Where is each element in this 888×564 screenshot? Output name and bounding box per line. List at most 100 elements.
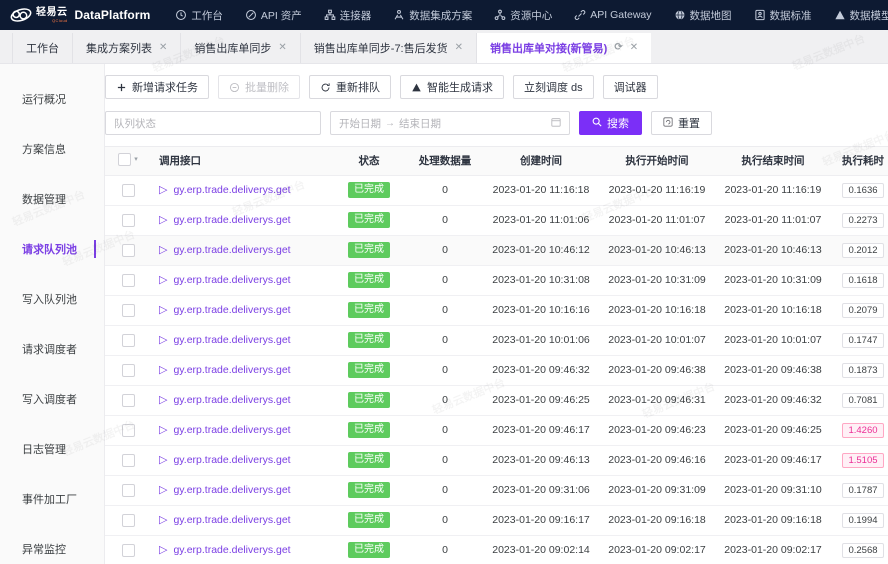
api-link[interactable]: gy.erp.trade.deliverys.get: [173, 304, 290, 316]
sidebar-item-6[interactable]: 请求调度者: [0, 332, 104, 365]
sidebar-item-3[interactable]: 数据管理: [0, 182, 104, 215]
row-checkbox[interactable]: [122, 484, 135, 497]
nav-item-1[interactable]: 工作台: [164, 0, 234, 30]
table-row[interactable]: ▷gy.erp.trade.deliverys.get已完成02023-01-2…: [105, 205, 888, 235]
row-select-cell[interactable]: [105, 475, 151, 505]
row-select-cell[interactable]: [105, 205, 151, 235]
chevron-down-icon[interactable]: ▾: [134, 155, 138, 163]
toolbar-button-3[interactable]: 重新排队: [309, 75, 391, 99]
tab-close-icon[interactable]: ✕: [278, 43, 286, 53]
play-icon[interactable]: ▷: [159, 215, 167, 226]
brand[interactable]: 轻易云 QCloud DataPlatform: [10, 7, 150, 23]
date-range-input[interactable]: 开始日期 → 结束日期: [330, 111, 570, 135]
tab-1[interactable]: 工作台: [12, 33, 73, 63]
row-select-cell[interactable]: [105, 175, 151, 205]
tab-close-icon[interactable]: ✕: [630, 43, 638, 53]
api-link[interactable]: gy.erp.trade.deliverys.get: [173, 484, 290, 496]
api-link[interactable]: gy.erp.trade.deliverys.get: [173, 184, 290, 196]
table-row[interactable]: ▷gy.erp.trade.deliverys.get已完成02023-01-2…: [105, 235, 888, 265]
toolbar-button-1[interactable]: 新增请求任务: [105, 75, 209, 99]
toolbar-button-6[interactable]: 调试器: [603, 75, 658, 99]
row-select-cell[interactable]: [105, 445, 151, 475]
row-select-cell[interactable]: [105, 385, 151, 415]
api-link[interactable]: gy.erp.trade.deliverys.get: [173, 514, 290, 526]
api-link[interactable]: gy.erp.trade.deliverys.get: [173, 364, 290, 376]
sidebar-item-5[interactable]: 写入队列池: [0, 282, 104, 315]
row-checkbox[interactable]: [122, 544, 135, 557]
nav-item-3[interactable]: 连接器: [313, 0, 383, 30]
play-icon[interactable]: ▷: [159, 395, 167, 406]
play-icon[interactable]: ▷: [159, 275, 167, 286]
row-checkbox[interactable]: [122, 514, 135, 527]
tab-reload-icon[interactable]: ⟳: [614, 43, 622, 53]
sidebar-item-2[interactable]: 方案信息: [0, 132, 104, 165]
toolbar-button-5[interactable]: 立刻调度 ds: [513, 75, 594, 99]
nav-item-7[interactable]: 数据地图: [663, 0, 743, 30]
nav-item-2[interactable]: API 资产: [234, 0, 313, 30]
toolbar-button-4[interactable]: 智能生成请求: [400, 75, 504, 99]
play-icon[interactable]: ▷: [159, 335, 167, 346]
row-select-cell[interactable]: [105, 295, 151, 325]
row-select-cell[interactable]: [105, 535, 151, 564]
play-icon[interactable]: ▷: [159, 485, 167, 496]
row-select-cell[interactable]: [105, 415, 151, 445]
sidebar-item-8[interactable]: 日志管理: [0, 432, 104, 465]
table-row[interactable]: ▷gy.erp.trade.deliverys.get已完成02023-01-2…: [105, 505, 888, 535]
row-select-cell[interactable]: [105, 355, 151, 385]
table-row[interactable]: ▷gy.erp.trade.deliverys.get已完成02023-01-2…: [105, 295, 888, 325]
play-icon[interactable]: ▷: [159, 365, 167, 376]
table-row[interactable]: ▷gy.erp.trade.deliverys.get已完成02023-01-2…: [105, 475, 888, 505]
reset-button[interactable]: 重置: [651, 111, 712, 135]
play-icon[interactable]: ▷: [159, 185, 167, 196]
row-checkbox[interactable]: [122, 244, 135, 257]
queue-table-container[interactable]: ▾调用接口状态处理数据量创建时间执行开始时间执行结束时间执行耗时重试次数 ▷gy…: [105, 146, 888, 564]
api-link[interactable]: gy.erp.trade.deliverys.get: [173, 454, 290, 466]
sidebar-item-1[interactable]: 运行概况: [0, 82, 104, 115]
row-checkbox[interactable]: [122, 214, 135, 227]
row-checkbox[interactable]: [122, 274, 135, 287]
table-row[interactable]: ▷gy.erp.trade.deliverys.get已完成02023-01-2…: [105, 385, 888, 415]
row-checkbox[interactable]: [122, 184, 135, 197]
api-link[interactable]: gy.erp.trade.deliverys.get: [173, 394, 290, 406]
table-row[interactable]: ▷gy.erp.trade.deliverys.get已完成02023-01-2…: [105, 265, 888, 295]
row-checkbox[interactable]: [122, 364, 135, 377]
row-checkbox[interactable]: [122, 454, 135, 467]
tab-close-icon[interactable]: ✕: [159, 43, 167, 53]
row-select-cell[interactable]: [105, 505, 151, 535]
api-link[interactable]: gy.erp.trade.deliverys.get: [173, 244, 290, 256]
row-checkbox[interactable]: [122, 424, 135, 437]
tab-4[interactable]: 销售出库单同步-7:售后发货✕: [301, 33, 477, 63]
row-select-cell[interactable]: [105, 265, 151, 295]
tab-close-icon[interactable]: ✕: [455, 43, 463, 53]
table-row[interactable]: ▷gy.erp.trade.deliverys.get已完成02023-01-2…: [105, 415, 888, 445]
sidebar-item-10[interactable]: 异常监控: [0, 532, 104, 564]
play-icon[interactable]: ▷: [159, 245, 167, 256]
play-icon[interactable]: ▷: [159, 425, 167, 436]
table-row[interactable]: ▷gy.erp.trade.deliverys.get已完成02023-01-2…: [105, 325, 888, 355]
api-link[interactable]: gy.erp.trade.deliverys.get: [173, 424, 290, 436]
table-row[interactable]: ▷gy.erp.trade.deliverys.get已完成02023-01-2…: [105, 445, 888, 475]
play-icon[interactable]: ▷: [159, 305, 167, 316]
play-icon[interactable]: ▷: [159, 455, 167, 466]
queue-status-input[interactable]: 队列状态: [105, 111, 321, 135]
sidebar-item-4-active[interactable]: 请求队列池: [0, 232, 104, 265]
sidebar-item-9[interactable]: 事件加工厂: [0, 482, 104, 515]
nav-item-4[interactable]: 数据集成方案: [382, 0, 483, 30]
select-all-checkbox[interactable]: [118, 153, 131, 166]
table-row[interactable]: ▷gy.erp.trade.deliverys.get已完成02023-01-2…: [105, 175, 888, 205]
api-link[interactable]: gy.erp.trade.deliverys.get: [173, 274, 290, 286]
search-button[interactable]: 搜索: [579, 111, 642, 135]
row-select-cell[interactable]: [105, 325, 151, 355]
nav-item-5[interactable]: 资源中心: [483, 0, 563, 30]
row-checkbox[interactable]: [122, 394, 135, 407]
api-link[interactable]: gy.erp.trade.deliverys.get: [173, 334, 290, 346]
api-link[interactable]: gy.erp.trade.deliverys.get: [173, 544, 290, 556]
tab-3[interactable]: 销售出库单同步✕: [181, 33, 300, 63]
select-all-group[interactable]: ▾: [118, 153, 138, 166]
column-header-select[interactable]: ▾: [105, 147, 151, 175]
play-icon[interactable]: ▷: [159, 545, 167, 556]
row-checkbox[interactable]: [122, 304, 135, 317]
api-link[interactable]: gy.erp.trade.deliverys.get: [173, 214, 290, 226]
table-row[interactable]: ▷gy.erp.trade.deliverys.get已完成02023-01-2…: [105, 355, 888, 385]
table-row[interactable]: ▷gy.erp.trade.deliverys.get已完成02023-01-2…: [105, 535, 888, 564]
